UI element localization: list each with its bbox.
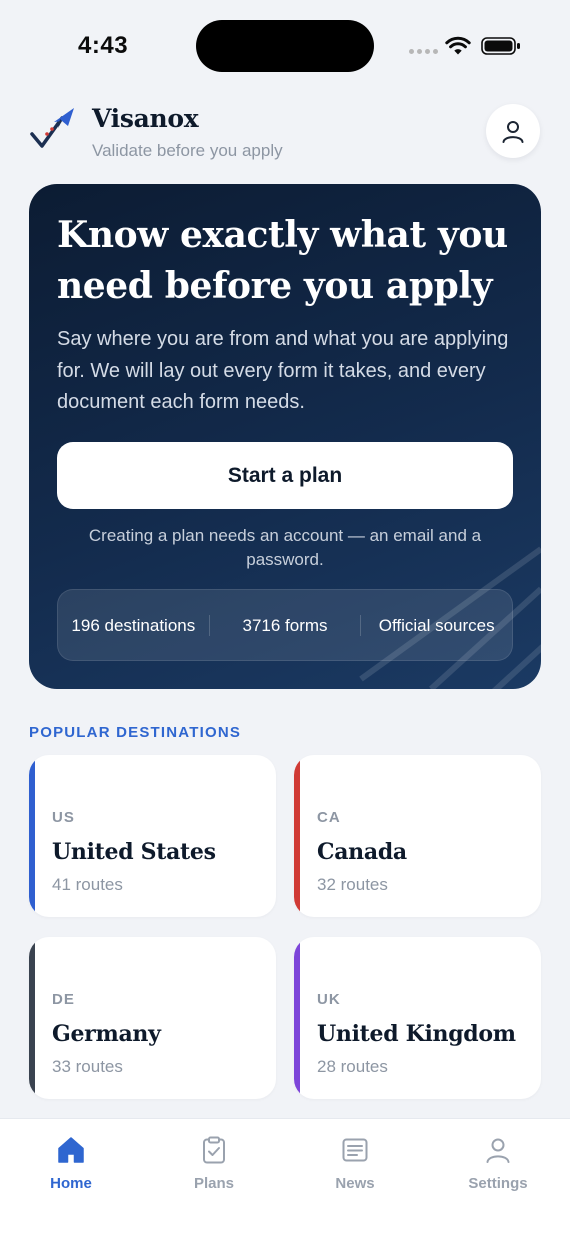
destination-routes: 41 routes	[52, 875, 123, 894]
tab-label: Plans	[193, 1175, 235, 1192]
destination-card-us[interactable]: US United States 41 routes	[29, 755, 276, 917]
destination-code: UK	[317, 991, 341, 1008]
destination-name: Canada	[317, 839, 407, 865]
hero-title: Know exactly what you need before you ap…	[57, 214, 508, 307]
stats-bar: 196 destinations 3716 forms Official sou…	[57, 589, 513, 661]
destination-code: CA	[317, 809, 341, 826]
stat-sources: Official sources	[360, 614, 512, 636]
destination-name: Germany	[52, 1021, 161, 1047]
destination-routes: 28 routes	[317, 1057, 388, 1076]
tab-home[interactable]: Home	[16, 1135, 126, 1192]
card-accent	[29, 755, 35, 917]
wifi-icon	[445, 36, 471, 55]
destination-card-de[interactable]: DE Germany 33 routes	[29, 937, 276, 1099]
clipboard-check-icon	[203, 1136, 225, 1164]
user-icon	[486, 1138, 510, 1163]
status-time: 4:43	[78, 32, 129, 59]
plane-check-icon	[30, 108, 74, 148]
profile-button[interactable]	[486, 104, 540, 158]
account-note: Creating a plan needs an account — an em…	[88, 526, 482, 569]
stat-destinations: 196 destinations	[71, 615, 196, 635]
destination-name: United Kingdom	[317, 1021, 516, 1047]
tab-settings[interactable]: Settings	[443, 1135, 553, 1192]
status-bar: 4:43	[0, 0, 570, 92]
card-accent	[294, 937, 300, 1099]
destination-code: DE	[52, 991, 75, 1008]
card-accent	[29, 937, 35, 1099]
stat-forms: 3716 forms	[208, 614, 361, 636]
card-accent	[294, 755, 300, 917]
start-plan-button[interactable]: Start a plan	[57, 442, 513, 509]
newspaper-icon	[342, 1138, 368, 1162]
cellular-signal-icon	[409, 49, 438, 54]
hero-description: Say where you are from and what you are …	[57, 328, 509, 413]
tab-label: Settings	[468, 1175, 528, 1192]
destination-card-uk[interactable]: UK United Kingdom 28 routes	[294, 937, 541, 1099]
tab-label: News	[335, 1175, 375, 1192]
user-icon	[502, 121, 524, 143]
destination-name: United States	[52, 839, 216, 865]
bottom-tab-bar: Home Plans News Settings	[0, 1118, 570, 1240]
battery-icon	[481, 37, 520, 55]
tab-plans[interactable]: Plans	[159, 1135, 269, 1192]
dynamic-island	[196, 20, 374, 72]
brand-tagline: Validate before you apply	[92, 141, 283, 160]
destination-routes: 33 routes	[52, 1057, 123, 1076]
destination-card-ca[interactable]: CA Canada 32 routes	[294, 755, 541, 917]
brand-name: Visanox	[92, 104, 199, 133]
tab-news[interactable]: News	[300, 1135, 410, 1192]
hero-card: Know exactly what you need before you ap…	[29, 184, 541, 689]
section-heading: POPULAR DESTINATIONS	[29, 724, 242, 741]
home-icon	[58, 1137, 84, 1163]
destination-code: US	[52, 809, 75, 826]
destination-routes: 32 routes	[317, 875, 388, 894]
tab-label: Home	[50, 1175, 92, 1192]
